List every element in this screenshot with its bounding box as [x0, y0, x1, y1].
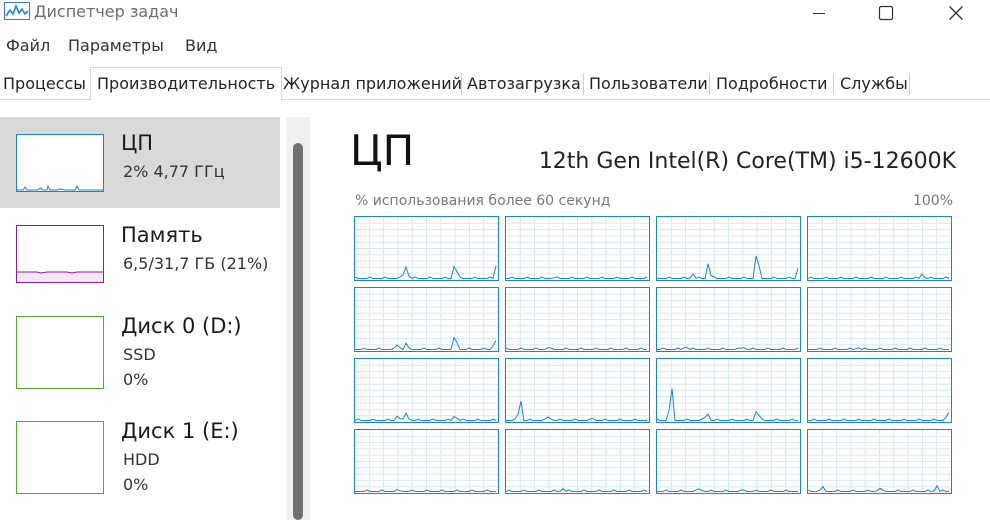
tab-processes[interactable]: Процессы [3, 69, 86, 99]
sidebar-item-disk0[interactable]: Диск 0 (D:) SSD 0% [0, 303, 280, 394]
minimize-button[interactable] [796, 0, 842, 26]
cpu-core-graph [354, 287, 499, 352]
tab-divider [461, 73, 462, 95]
cpu-model-name: 12th Gen Intel(R) Core(TM) i5-12600K [538, 149, 956, 174]
cpu-core-graph [656, 216, 801, 281]
sidebar-label-disk1: Диск 1 (E:) [121, 419, 239, 443]
disk1-thumbnail-graph [16, 421, 104, 494]
tab-divider [583, 73, 584, 95]
cpu-core-graph [656, 358, 801, 423]
graph-caption: % использования более 60 секунд [355, 193, 611, 209]
close-button[interactable] [933, 0, 979, 26]
tab-divider [709, 73, 710, 95]
cpu-core-graph [807, 287, 952, 352]
task-manager-icon [4, 2, 30, 20]
tab-performance[interactable]: Производительность [90, 67, 283, 101]
sidebar-value-memory: 6,5/31,7 ГБ (21%) [123, 254, 269, 273]
cpu-core-graph [354, 358, 499, 423]
cpu-core-graph [807, 216, 952, 281]
sidebar-value-disk0: 0% [123, 370, 149, 389]
sidebar-value-cpu: 2% 4,77 ГГц [123, 162, 225, 181]
menu-file[interactable]: Файл [6, 36, 50, 55]
tab-app-history[interactable]: Журнал приложений [283, 69, 462, 99]
tab-details[interactable]: Подробности [716, 69, 827, 99]
menu-options[interactable]: Параметры [68, 36, 164, 55]
cpu-core-graph [505, 287, 650, 352]
close-icon [949, 6, 963, 20]
cpu-core-graph [656, 429, 801, 494]
tab-bar: Процессы Производительность Журнал прило… [0, 67, 990, 101]
minimize-icon [813, 13, 825, 14]
resource-sidebar: ЦП 2% 4,77 ГГц Память 6,5/31,7 ГБ (21%) … [0, 117, 282, 520]
window-title: Диспетчер задач [34, 2, 179, 21]
cpu-core-graph [505, 429, 650, 494]
tab-services[interactable]: Службы [840, 69, 908, 99]
sidebar-scrollbar-thumb[interactable] [293, 143, 303, 520]
cpu-core-graph [354, 429, 499, 494]
sidebar-label-disk0: Диск 0 (D:) [121, 314, 242, 338]
cpu-core-graph [807, 358, 952, 423]
memory-thumbnail-graph [16, 225, 104, 283]
sidebar-value-disk1: 0% [123, 475, 149, 494]
sidebar-item-disk1[interactable]: Диск 1 (E:) HDD 0% [0, 408, 280, 499]
cpu-core-graph [505, 216, 650, 281]
page-title: ЦП [350, 126, 415, 175]
tab-divider [833, 73, 834, 95]
cpu-core-graph [354, 216, 499, 281]
disk0-thumbnail-graph [16, 316, 104, 389]
cpu-core-graph [505, 358, 650, 423]
maximize-icon [878, 5, 894, 21]
sidebar-item-memory[interactable]: Память 6,5/31,7 ГБ (21%) [0, 209, 280, 300]
maximize-button[interactable] [863, 0, 909, 26]
cpu-thumbnail-graph [16, 134, 104, 192]
menu-view[interactable]: Вид [185, 36, 217, 55]
tab-users[interactable]: Пользователи [589, 69, 708, 99]
tab-startup[interactable]: Автозагрузка [467, 69, 581, 99]
graph-max-label: 100% [912, 193, 953, 209]
sidebar-label-cpu: ЦП [121, 131, 154, 155]
title-bar: Диспетчер задач [0, 0, 990, 26]
cpu-core-graph [807, 429, 952, 494]
tab-divider [909, 73, 910, 95]
sidebar-label-memory: Память [121, 223, 203, 247]
sidebar-item-cpu[interactable]: ЦП 2% 4,77 ГГц [0, 117, 280, 208]
sidebar-type-disk1: HDD [123, 450, 160, 469]
sidebar-type-disk0: SSD [123, 345, 156, 364]
cpu-core-graph [656, 287, 801, 352]
